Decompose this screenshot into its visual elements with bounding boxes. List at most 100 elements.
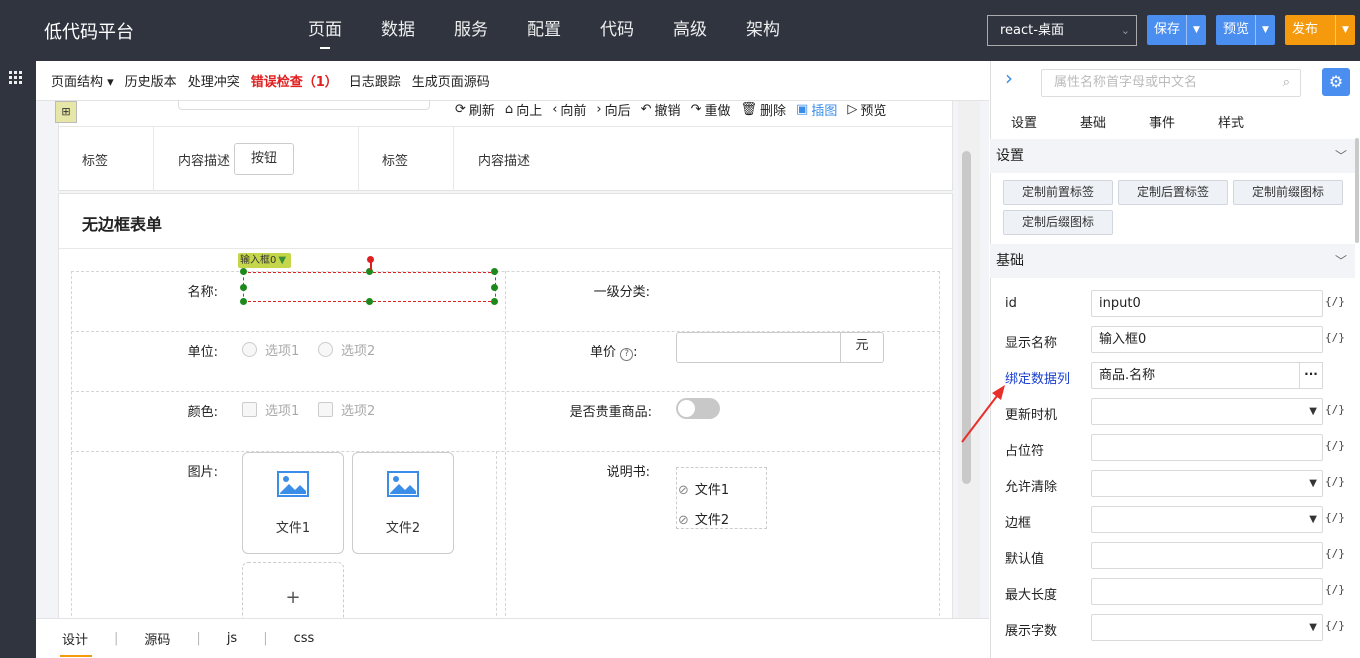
form-title: 无边框表单: [82, 215, 163, 234]
resize-handle[interactable]: [240, 284, 247, 291]
property-search-input[interactable]: 属性名称首字母或中文名 ⌕: [1041, 69, 1301, 97]
precious-switch[interactable]: [676, 398, 720, 419]
page-structure-menu[interactable]: 页面结构 ▾: [51, 71, 114, 90]
unit-radio-2[interactable]: 选项2: [318, 340, 375, 359]
grid-divider: [71, 391, 940, 392]
prop-placeholder-input[interactable]: [1091, 434, 1323, 461]
tab-source[interactable]: 源码: [144, 629, 196, 648]
history-versions-link[interactable]: 历史版本: [125, 71, 177, 90]
selected-component-tag[interactable]: 输入框0 ▼: [238, 253, 291, 268]
image-file-tile-1[interactable]: 文件1: [242, 452, 344, 554]
save-dropdown-caret-icon[interactable]: ▼: [1186, 15, 1206, 45]
expression-icon[interactable]: {/}: [1325, 295, 1345, 308]
nav-architecture[interactable]: 架构: [746, 0, 780, 61]
apps-grid-icon[interactable]: [9, 71, 22, 84]
expression-icon[interactable]: {/}: [1325, 331, 1345, 344]
expression-icon[interactable]: {/}: [1325, 511, 1345, 524]
expression-icon[interactable]: {/}: [1325, 619, 1345, 632]
move-back-button[interactable]: › 向后: [596, 100, 630, 119]
publish-button[interactable]: 发布 ▼: [1285, 15, 1355, 45]
unit-radio-1[interactable]: 选项1: [242, 340, 299, 359]
resolve-conflicts-link[interactable]: 处理冲突: [188, 71, 240, 90]
custom-prefix-icon-button[interactable]: 定制前缀图标: [1233, 180, 1343, 205]
custom-suffix-label-button[interactable]: 定制后置标签: [1118, 180, 1228, 205]
generate-source-link[interactable]: 生成页面源码: [412, 71, 490, 90]
resize-handle[interactable]: [491, 298, 498, 305]
help-icon[interactable]: ?: [620, 348, 634, 361]
nav-code[interactable]: 代码: [600, 0, 634, 61]
radio-circle: [242, 342, 257, 357]
canvas-preview-button[interactable]: ▷ 预览: [847, 100, 886, 119]
resize-handle[interactable]: [240, 268, 247, 275]
error-check-link[interactable]: 错误检查（1）: [251, 71, 338, 90]
nav-config[interactable]: 配置: [527, 0, 561, 61]
framework-select[interactable]: react-桌面 ⌄: [987, 15, 1137, 46]
nav-data[interactable]: 数据: [381, 0, 415, 61]
expression-icon[interactable]: {/}: [1325, 439, 1345, 452]
rotate-handle[interactable]: [367, 256, 374, 263]
resize-handle[interactable]: [240, 298, 247, 305]
delete-button[interactable]: 🗑 删除: [740, 100, 786, 119]
chevron-down-icon: ﹀: [1334, 149, 1347, 163]
prop-id-input[interactable]: input0: [1091, 290, 1323, 317]
prop-max-length-input[interactable]: [1091, 578, 1323, 605]
image-file-tile-2[interactable]: 文件2: [352, 452, 454, 554]
refresh-button[interactable]: ⟳ 刷新: [455, 100, 495, 119]
nav-advanced[interactable]: 高级: [673, 0, 707, 61]
tab-basic[interactable]: 基础: [1080, 112, 1106, 131]
prop-clearable-select[interactable]: ▼: [1091, 470, 1323, 497]
color-checkbox-1[interactable]: 选项1: [242, 400, 299, 419]
panel-scrollbar[interactable]: [1355, 138, 1359, 243]
log-trace-link[interactable]: 日志跟踪: [349, 71, 401, 90]
custom-suffix-icon-button[interactable]: 定制后缀图标: [1003, 210, 1113, 235]
price-input[interactable]: [676, 332, 841, 363]
preview-button[interactable]: 预览 ▼: [1216, 15, 1275, 45]
expression-icon[interactable]: {/}: [1325, 547, 1345, 560]
card-button[interactable]: 按钮: [234, 143, 294, 175]
undo-button[interactable]: ↶ 撤销: [641, 100, 681, 119]
insert-image-button[interactable]: ▣ 插图: [796, 100, 837, 119]
preview-dropdown-caret-icon[interactable]: ▼: [1255, 15, 1275, 45]
more-icon[interactable]: ···: [1299, 362, 1323, 389]
save-button[interactable]: 保存 ▼: [1147, 15, 1206, 45]
move-up-button[interactable]: ⌂ 向上: [505, 100, 542, 119]
prop-bind-column-input[interactable]: 商品.名称 ···: [1091, 362, 1323, 389]
tab-design[interactable]: 设计: [59, 629, 114, 657]
collapse-panel-icon[interactable]: ›: [1005, 66, 1013, 90]
resize-handle[interactable]: [491, 284, 498, 291]
property-tabs: 设置 基础 事件 样式: [1011, 112, 1287, 131]
prop-display-name-input[interactable]: 输入框0: [1091, 326, 1323, 353]
prop-bind-column-label[interactable]: 绑定数据列: [1005, 368, 1070, 387]
search-icon: ⌕: [1282, 75, 1290, 90]
prop-border-select[interactable]: ▼: [1091, 506, 1323, 533]
publish-dropdown-caret-icon[interactable]: ▼: [1335, 15, 1355, 45]
tab-settings[interactable]: 设置: [1011, 112, 1037, 131]
prop-default-value-input[interactable]: [1091, 542, 1323, 569]
custom-prefix-label-button[interactable]: 定制前置标签: [1003, 180, 1113, 205]
expression-icon[interactable]: {/}: [1325, 403, 1345, 416]
color-checkbox-2[interactable]: 选项2: [318, 400, 375, 419]
tab-styles[interactable]: 样式: [1218, 112, 1244, 131]
nav-page[interactable]: 页面: [308, 0, 342, 61]
prop-update-timing-select[interactable]: ▼: [1091, 398, 1323, 425]
basic-section-header[interactable]: 基础 ﹀: [990, 244, 1355, 278]
name-label: 名称:: [187, 285, 218, 300]
prop-value: input0: [1099, 296, 1141, 311]
nav-service[interactable]: 服务: [454, 0, 488, 61]
expression-icon[interactable]: {/}: [1325, 583, 1345, 596]
prop-show-count-select[interactable]: ▼: [1091, 614, 1323, 641]
gear-icon[interactable]: ⚙: [1322, 68, 1350, 96]
resize-handle[interactable]: [491, 268, 498, 275]
redo-button[interactable]: ↷ 重做: [691, 100, 731, 119]
tab-events[interactable]: 事件: [1149, 112, 1175, 131]
settings-section-header[interactable]: 设置 ﹀: [990, 139, 1355, 173]
manual-file-1[interactable]: ⊘ 文件1: [676, 479, 729, 498]
resize-handle[interactable]: [366, 298, 373, 305]
expression-icon[interactable]: {/}: [1325, 475, 1345, 488]
move-forward-button[interactable]: ‹ 向前: [552, 100, 586, 119]
tab-js[interactable]: js: [227, 631, 263, 646]
undo-label: 撤销: [654, 104, 681, 119]
manual-file-2[interactable]: ⊘ 文件2: [676, 509, 729, 528]
tab-css[interactable]: css: [294, 631, 341, 646]
component-icon[interactable]: ⊞: [55, 101, 77, 123]
